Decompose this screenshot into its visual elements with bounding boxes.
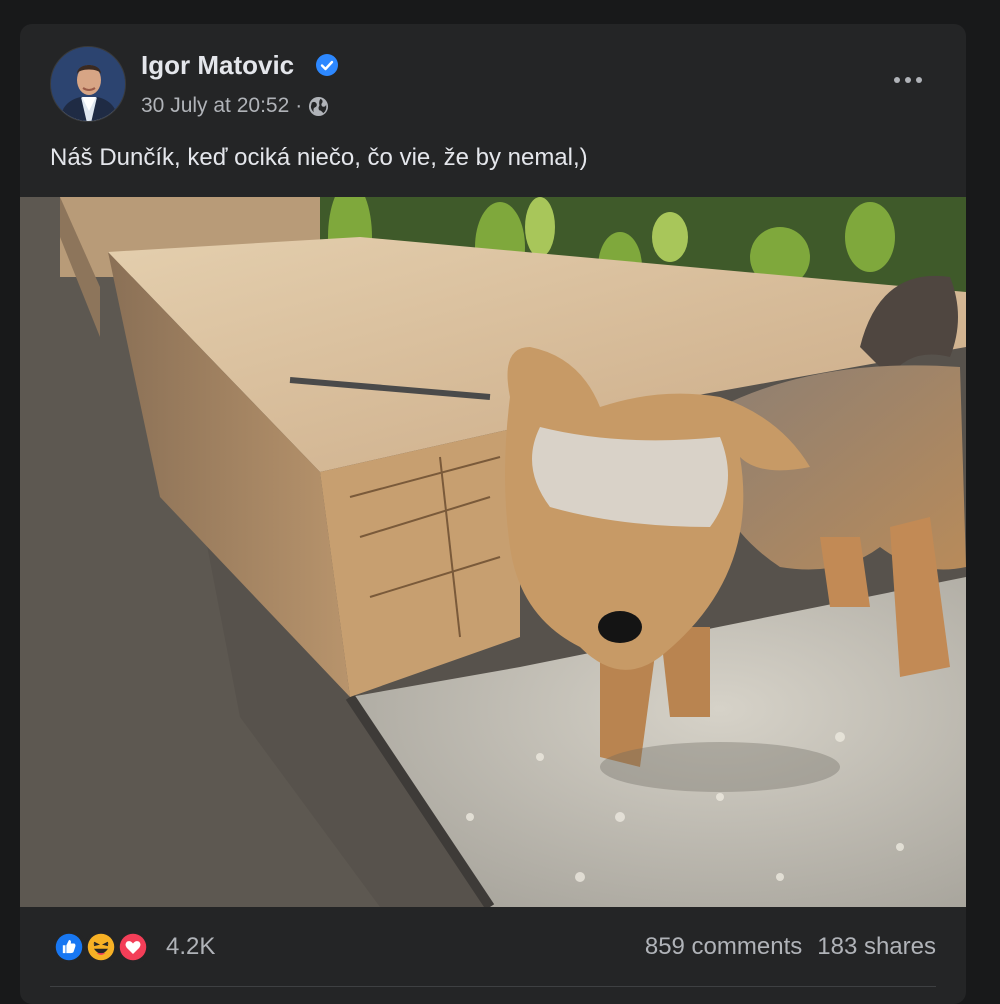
reaction-count: 4.2K bbox=[166, 933, 216, 960]
post-header: Igor Matovic 30 July at 20:52 · bbox=[20, 24, 966, 134]
post-meta: 30 July at 20:52 · bbox=[141, 94, 329, 118]
more-dots-icon bbox=[894, 77, 900, 83]
author-name[interactable]: Igor Matovic bbox=[141, 50, 294, 81]
post-card: Igor Matovic 30 July at 20:52 · Náš Dunč… bbox=[20, 24, 966, 1004]
post-photo[interactable] bbox=[20, 197, 966, 907]
more-options-button[interactable] bbox=[882, 64, 934, 96]
verified-badge-icon bbox=[316, 54, 338, 76]
post-stats: 859 comments 183 shares bbox=[645, 933, 936, 961]
post-text: Náš Dunčík, keď ociká niečo, čo vie, že … bbox=[50, 144, 588, 171]
post-timestamp[interactable]: 30 July at 20:52 bbox=[141, 94, 289, 118]
love-icon bbox=[116, 930, 150, 964]
post-footer: 4.2K 859 comments 183 shares bbox=[20, 907, 966, 997]
meta-separator: · bbox=[295, 94, 303, 117]
footer-divider bbox=[50, 986, 936, 987]
more-dots-icon bbox=[905, 77, 911, 83]
more-dots-icon bbox=[916, 77, 922, 83]
haha-icon bbox=[84, 930, 118, 964]
globe-icon[interactable] bbox=[308, 96, 329, 117]
comments-link[interactable]: 859 comments bbox=[645, 933, 802, 961]
reactions-summary[interactable]: 4.2K bbox=[52, 930, 215, 964]
shares-link[interactable]: 183 shares bbox=[817, 933, 936, 961]
author-avatar[interactable] bbox=[50, 46, 126, 122]
like-icon bbox=[52, 930, 86, 964]
